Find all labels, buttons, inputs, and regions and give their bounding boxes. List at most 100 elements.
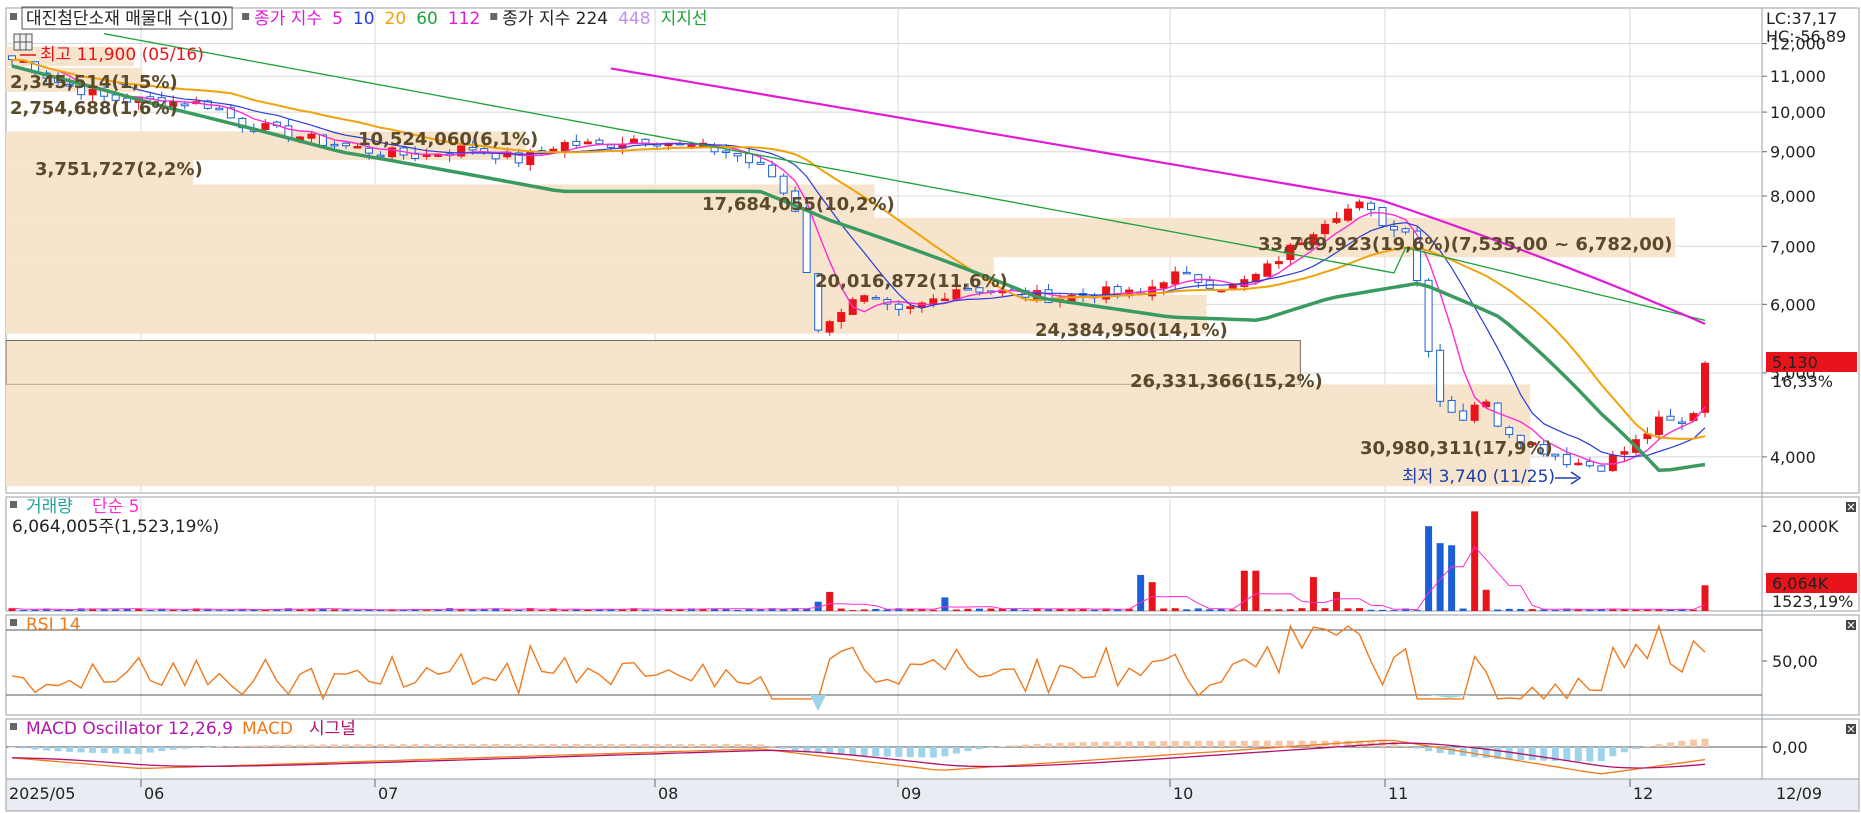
volume-profile-label: 3,751,727(2,2%) [35, 159, 203, 180]
x-axis-label: 06 [144, 784, 164, 803]
macd-y-label: 0,00 [1772, 738, 1808, 757]
volume-bar [826, 591, 834, 611]
macd-oscillator-bar [895, 747, 903, 757]
volume-bar [1114, 609, 1122, 611]
candle-body [1332, 218, 1341, 223]
macd-oscillator-bar [1056, 742, 1064, 747]
macd-oscillator-bar [872, 747, 880, 757]
macd-oscillator-bar [296, 744, 304, 747]
price-legend-item: 종가 지수 224 [502, 9, 608, 29]
macd-oscillator-bar [480, 744, 488, 747]
y-axis-label: 7,000 [1770, 237, 1816, 256]
volume-bar [1355, 608, 1363, 611]
volume-bar [181, 609, 189, 611]
candle-body [1401, 228, 1410, 233]
candle-body [1562, 453, 1571, 466]
macd-oscillator-bar [998, 746, 1006, 747]
macd-oscillator-bar [1620, 747, 1628, 753]
x-axis-label: 09 [901, 784, 921, 803]
macd-oscillator-bar [227, 746, 235, 747]
candle-body [215, 107, 224, 111]
candle-body [1274, 261, 1283, 265]
macd-oscillator-bar [215, 746, 223, 748]
candle-body [1378, 207, 1387, 227]
macd-oscillator-bar [987, 747, 995, 748]
volume-bar [1137, 574, 1145, 611]
macd-oscillator-bar [54, 747, 62, 752]
volume-bar [849, 610, 857, 611]
macd-oscillator-bar [745, 744, 753, 747]
y-axis-label: 8,000 [1770, 187, 1816, 206]
candle-body [1677, 421, 1686, 424]
stock-chart-window[interactable]: 2025/05 06 07 08 09 10 11 12 12/09 12,000 11,000 10… [0, 0, 1861, 813]
macd-oscillator-bar [66, 747, 74, 752]
volume-bar [1471, 511, 1479, 611]
volume-bar [734, 609, 742, 611]
candle-body [940, 298, 949, 302]
volume-bar [1332, 591, 1340, 611]
macd-oscillator-bar [192, 747, 200, 748]
macd-oscillator-bar [1689, 739, 1697, 747]
macd-oscillator-bar [1125, 741, 1133, 747]
panel-bg-2 [6, 497, 1762, 611]
rsi-legend: RSI 14 [26, 615, 81, 635]
volume-bar [515, 609, 523, 611]
candle-body [1666, 415, 1675, 421]
candle-body [549, 148, 558, 152]
volume-bar [860, 609, 868, 611]
volume-bar [1021, 609, 1029, 611]
volume-profile-label: 20,016,872(11,6%) [815, 271, 1008, 292]
volume-bar [538, 609, 546, 611]
x-axis-label: 08 [658, 784, 678, 803]
price-legend-item: 112 [448, 9, 480, 29]
candle-body [687, 144, 696, 148]
price-legend-item: 지지선 [661, 9, 708, 29]
volume-legend-ma: 단순 5 [92, 497, 140, 517]
legend-bullet-icon [10, 13, 17, 20]
candle-body [733, 152, 742, 157]
macd-oscillator-bar [1413, 747, 1421, 749]
y-axis-label: 6,000 [1770, 295, 1816, 314]
macd-legend-signal: 시그널 [309, 719, 356, 739]
candle-body [1194, 274, 1203, 283]
candle-body [1390, 225, 1399, 231]
macd-oscillator-bar [1091, 741, 1099, 747]
volume-profile-label: 33,769,923(19,6%)(7,535,00 ~ 6,782,00) [1258, 234, 1672, 255]
volume-bar [1689, 609, 1697, 611]
volume-bar [1632, 609, 1640, 611]
volume-bar [757, 609, 765, 611]
macd-oscillator-bar [1528, 747, 1536, 761]
volume-bar [354, 609, 362, 611]
candle-body [1505, 427, 1514, 436]
candle-body [1459, 410, 1468, 421]
volume-bar [1482, 589, 1490, 611]
candle-body [261, 123, 270, 131]
macd-oscillator-bar [791, 747, 799, 751]
macd-oscillator-bar [653, 744, 661, 747]
volume-bar [365, 609, 373, 611]
chart-canvas[interactable]: 2025/05 06 07 08 09 10 11 12 12/0912,00011,00010… [0, 0, 1861, 813]
macd-oscillator-bar [1217, 740, 1225, 747]
candle-body [1228, 284, 1237, 289]
macd-oscillator-bar [181, 747, 189, 749]
candle-body [595, 139, 604, 145]
macd-oscillator-bar [1137, 741, 1145, 747]
macd-oscillator-bar [711, 744, 719, 747]
current-price-text: 5,130 [1772, 353, 1818, 372]
y-axis-label: 9,000 [1770, 143, 1816, 162]
macd-legend-oscillator: MACD Oscillator 12,26,9 [26, 719, 233, 739]
macd-oscillator-bar [1540, 747, 1548, 761]
macd-oscillator-bar [618, 744, 626, 747]
volume-bar [837, 608, 845, 611]
volume-legend-title: 거래량 [26, 497, 73, 517]
candle-body [560, 142, 569, 152]
candle-body [1597, 465, 1606, 472]
macd-oscillator-bar [1275, 740, 1283, 747]
volume-bar [1540, 609, 1548, 611]
candle-body [1620, 451, 1629, 455]
hc-label: HC:-56,89 [1766, 27, 1846, 46]
macd-oscillator-bar [676, 744, 684, 747]
lc-label: LC:37,17 [1766, 9, 1837, 28]
candle-body [1159, 282, 1168, 289]
candle-body [1251, 273, 1260, 282]
